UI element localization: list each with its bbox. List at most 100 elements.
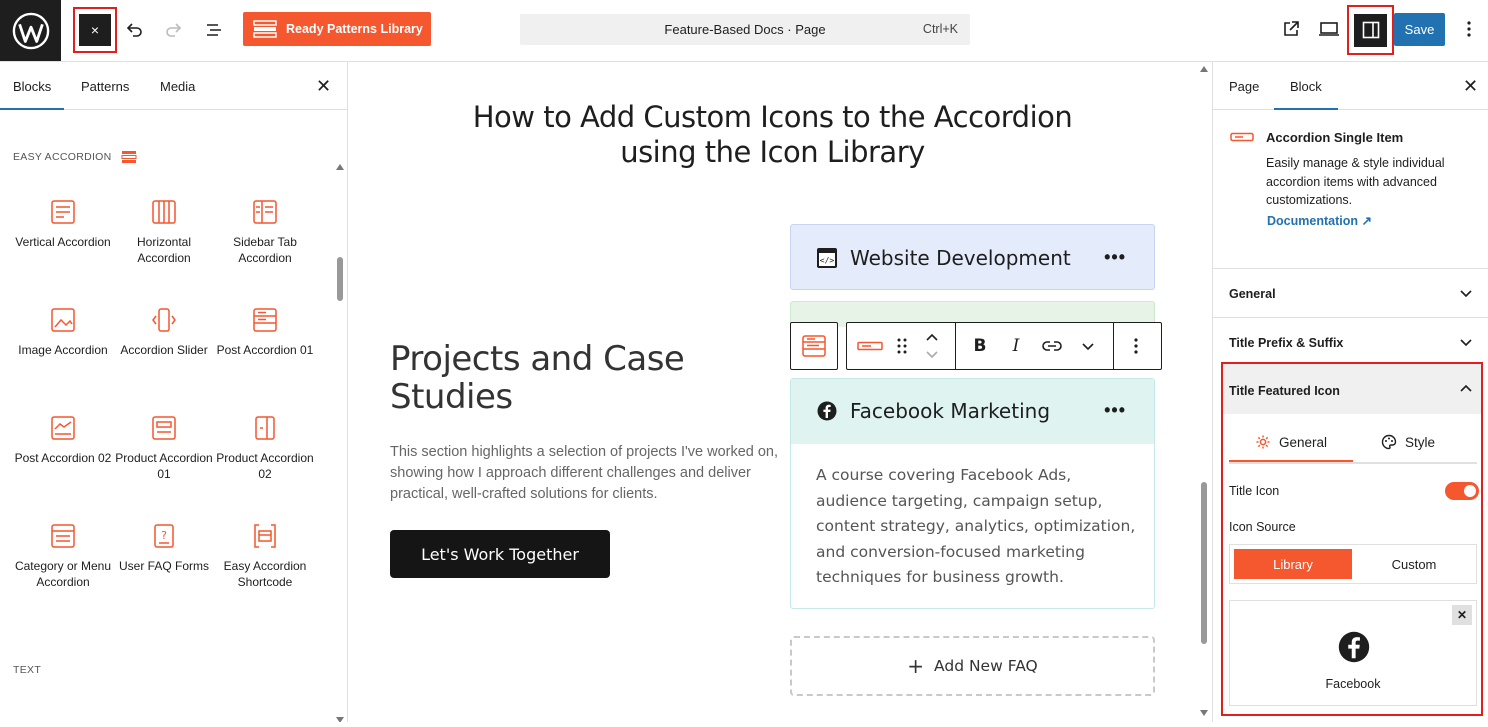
external-link-icon: [1284, 21, 1299, 36]
block-easy-accordion-shortcode[interactable]: Easy Accordion Shortcode: [215, 522, 315, 590]
accordion-title[interactable]: Website Development: [850, 246, 1071, 270]
accordion-item-selected[interactable]: Facebook Marketing ••• A course covering…: [790, 378, 1155, 609]
canvas-scrollbar[interactable]: [1197, 62, 1211, 722]
accordion-content[interactable]: A course covering Facebook Ads, audience…: [816, 463, 1136, 591]
document-title: Feature-Based Docs · Page: [664, 22, 826, 37]
block-label: Image Accordion: [18, 343, 108, 357]
post-accordion-2-icon: [51, 416, 75, 440]
accordion-header[interactable]: Facebook Marketing •••: [791, 379, 1154, 444]
block-toolbar-controls: B I: [846, 322, 1162, 370]
svg-text:?: ?: [161, 529, 167, 542]
block-vertical-accordion[interactable]: Vertical Accordion: [13, 198, 113, 250]
tab-block[interactable]: Block: [1274, 79, 1338, 110]
save-button[interactable]: Save: [1394, 13, 1445, 46]
icon-source-selector: Library Custom: [1229, 544, 1477, 584]
accordion-single-item-icon: [1230, 132, 1254, 142]
tab-media[interactable]: Media: [160, 79, 195, 94]
accordion-item-icon: [802, 335, 826, 357]
add-new-faq-button[interactable]: + Add New FAQ: [790, 636, 1155, 696]
options-menu-button[interactable]: [1458, 16, 1480, 42]
block-type-button[interactable]: [790, 322, 838, 370]
chevron-up-down-icon: [926, 333, 938, 359]
tab-patterns[interactable]: Patterns: [81, 79, 129, 94]
drag-icon: [897, 338, 907, 354]
link-button[interactable]: [1037, 323, 1067, 369]
more-horizontal-icon[interactable]: •••: [1104, 400, 1126, 421]
block-inserter-panel: Blocks Patterns Media ✕ EASY ACCORDION V…: [0, 62, 348, 723]
close-inserter-button[interactable]: ×: [73, 7, 117, 53]
chevron-up-icon: [1460, 384, 1472, 392]
block-user-faq-forms[interactable]: ? User FAQ Forms: [114, 522, 214, 574]
block-horizontal-accordion[interactable]: Horizontal Accordion: [114, 198, 214, 266]
editor-canvas: How to Add Custom Icons to the Accordion…: [349, 62, 1212, 722]
more-vertical-icon: [1134, 338, 1138, 354]
more-horizontal-icon[interactable]: •••: [1104, 247, 1126, 268]
block-accordion-slider[interactable]: Accordion Slider: [114, 306, 214, 358]
remove-icon-button[interactable]: ✕: [1452, 605, 1472, 625]
icon-source-custom[interactable]: Custom: [1354, 549, 1474, 579]
block-options-button[interactable]: [1121, 323, 1151, 369]
selected-icon-preview[interactable]: ✕ Facebook: [1229, 600, 1477, 706]
move-up-down-buttons[interactable]: [917, 323, 947, 369]
lets-work-together-button[interactable]: Let's Work Together: [390, 530, 610, 578]
view-page-button[interactable]: [1278, 16, 1304, 42]
subtab-label: General: [1279, 434, 1328, 450]
document-overview-button[interactable]: [200, 16, 228, 44]
product-accordion-icon: [152, 416, 176, 440]
block-sidebar-tab-accordion[interactable]: Sidebar Tab Accordion: [215, 198, 315, 266]
panel-label: Title Prefix & Suffix: [1229, 336, 1344, 350]
command-palette-bar[interactable]: Feature-Based Docs · Page Ctrl+K: [520, 14, 970, 45]
undo-button[interactable]: [120, 16, 148, 44]
category-accordion-icon: [51, 524, 75, 548]
block-post-accordion-02[interactable]: Post Accordion 02: [13, 414, 113, 466]
tab-page[interactable]: Page: [1229, 79, 1259, 94]
undo-icon: [126, 23, 142, 37]
accordion-slider-icon: [152, 308, 176, 332]
block-title: Accordion Single Item: [1266, 130, 1404, 145]
panel-header[interactable]: Title Featured Icon: [1223, 364, 1481, 414]
section-text[interactable]: This section highlights a selection of p…: [390, 442, 800, 505]
device-preview-button[interactable]: [1316, 16, 1342, 42]
accordion-title[interactable]: Facebook Marketing: [850, 399, 1050, 423]
panel-title-featured-icon: Title Featured Icon General Style Title …: [1221, 362, 1483, 716]
shortcode-icon: [254, 524, 276, 548]
bold-button[interactable]: B: [965, 323, 995, 369]
panel-general[interactable]: General: [1213, 268, 1488, 317]
vertical-accordion-icon: [51, 200, 75, 224]
subtab-style[interactable]: Style: [1381, 434, 1435, 450]
plus-icon: +: [907, 654, 925, 678]
inserter-tabs: Blocks Patterns Media ✕: [0, 62, 348, 110]
block-label: User FAQ Forms: [118, 559, 209, 573]
block-post-accordion-01[interactable]: Post Accordion 01: [215, 306, 315, 358]
panel-title-prefix-suffix[interactable]: Title Prefix & Suffix: [1213, 317, 1488, 366]
accordion-item[interactable]: </> Website Development •••: [790, 224, 1155, 290]
ready-patterns-library-button[interactable]: Ready Patterns Library: [243, 12, 431, 46]
subtab-general[interactable]: General: [1255, 434, 1327, 450]
block-product-accordion-02[interactable]: Product Accordion 02: [215, 414, 315, 482]
chevron-down-icon: [1460, 339, 1472, 347]
inserter-scrollbar[interactable]: [334, 112, 346, 723]
tab-blocks[interactable]: Blocks: [0, 79, 65, 110]
title-icon-toggle[interactable]: [1445, 482, 1479, 500]
italic-button[interactable]: I: [1001, 323, 1031, 369]
redo-button[interactable]: [160, 16, 188, 44]
close-inserter-icon[interactable]: ✕: [316, 76, 331, 97]
block-category-menu-accordion[interactable]: Category or Menu Accordion: [13, 522, 113, 590]
settings-tabs: Page Block ✕: [1213, 62, 1488, 110]
category-text: TEXT: [13, 664, 42, 676]
block-image-accordion[interactable]: Image Accordion: [13, 306, 113, 358]
icon-source-library[interactable]: Library: [1234, 549, 1352, 579]
page-heading[interactable]: How to Add Custom Icons to the Accordion…: [449, 100, 1096, 170]
section-title[interactable]: Projects and Case Studies: [390, 340, 750, 416]
wordpress-logo-icon[interactable]: [0, 0, 61, 61]
parent-block-button[interactable]: [853, 323, 887, 369]
icon-subtabs: General Style: [1229, 424, 1477, 464]
close-icon: ×: [79, 14, 111, 46]
settings-sidebar-toggle[interactable]: [1347, 5, 1394, 55]
more-rich-text-button[interactable]: [1073, 323, 1103, 369]
drag-handle[interactable]: [891, 323, 913, 369]
close-settings-icon[interactable]: ✕: [1463, 76, 1478, 97]
documentation-link[interactable]: Documentation ↗: [1267, 213, 1372, 228]
block-product-accordion-01[interactable]: Product Accordion 01: [114, 414, 214, 482]
facebook-icon: [817, 401, 837, 421]
